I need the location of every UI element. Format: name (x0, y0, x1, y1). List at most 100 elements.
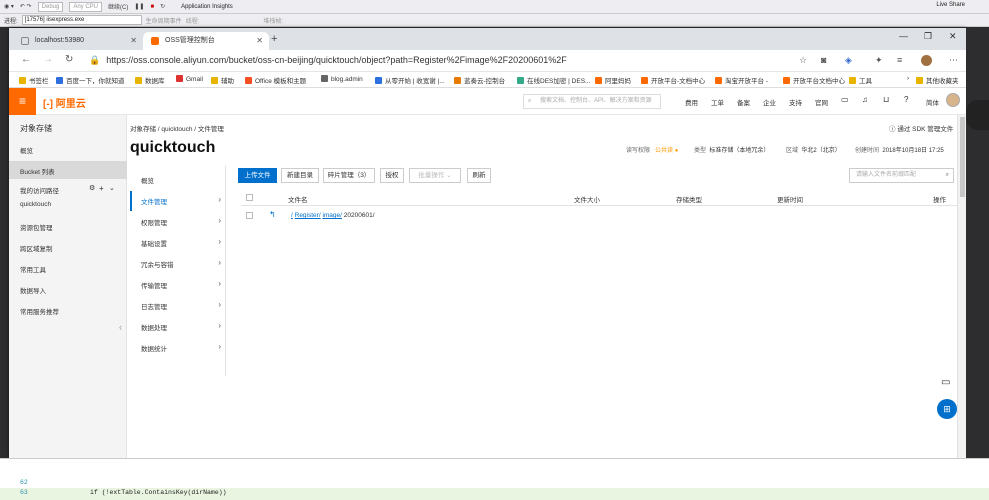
bookmark-item[interactable]: blog.admin (321, 75, 363, 83)
gear-icon[interactable]: ⚙ (89, 184, 95, 192)
url-field[interactable]: 🔒 https://oss.console.aliyun.com/bucket/o… (89, 55, 567, 66)
cpu-select[interactable]: Any CPU (69, 1, 103, 12)
bookmark-item[interactable]: 数据库 (135, 75, 165, 85)
path-register-link[interactable]: Register/ (295, 212, 321, 219)
bookmark-item[interactable]: 从零开始 | 收宽谢 |... (375, 75, 445, 85)
bookmark-more-icon[interactable]: › (907, 75, 909, 82)
submenu-transfer[interactable]: 传输管理 › (141, 279, 221, 290)
continue-button[interactable]: 继续(C) (108, 2, 128, 11)
path-root-link[interactable]: / (291, 212, 293, 219)
nav-filing[interactable]: 备案 (737, 97, 750, 107)
submenu-data-processing[interactable]: 数据处理 › (141, 321, 221, 332)
live-share-button[interactable]: Live Share (936, 2, 965, 8)
submenu-permissions[interactable]: 权限管理 › (141, 216, 221, 227)
submenu-logs[interactable]: 日志管理 › (141, 300, 221, 311)
authorize-button[interactable]: 授权 (380, 168, 404, 183)
nav-website[interactable]: 官网 (815, 97, 828, 107)
bell-icon[interactable]: ♫ (862, 95, 868, 104)
bookmark-item[interactable]: 在线DES加密 | DES... (517, 75, 590, 85)
sdk-help-link[interactable]: ⓘ 通过 SDK 管理文件 (889, 123, 953, 133)
tab-localhost[interactable]: localhost:53980 ✕ (13, 32, 143, 50)
lifecycle-events-button[interactable]: 生命周期事件 (146, 16, 182, 25)
bookmark-item[interactable]: 开放平台文档中心 (783, 75, 845, 85)
upload-file-button[interactable]: 上传文件 (238, 168, 277, 183)
batch-operation-button[interactable]: 批量操作 ⌄ (409, 168, 461, 183)
row-checkbox[interactable] (246, 212, 253, 219)
close-icon[interactable]: ✕ (130, 32, 137, 50)
star-icon[interactable]: ☆ (799, 55, 807, 66)
terminal-icon[interactable]: ▭ (841, 95, 849, 104)
minimize-icon[interactable]: — (899, 31, 908, 41)
stop-icon[interactable]: ■ (150, 4, 154, 10)
back-icon[interactable]: ← (21, 54, 31, 65)
user-avatar[interactable] (946, 93, 960, 107)
nav-fees[interactable]: 费用 (685, 97, 698, 107)
path-image-link[interactable]: image/ (322, 212, 342, 219)
new-directory-button[interactable]: 新建目录 (281, 168, 319, 183)
sidebar-item-bucket-list[interactable]: Bucket 列表 (20, 166, 55, 176)
nav-enterprise[interactable]: 企业 (763, 97, 776, 107)
maximize-icon[interactable]: ❐ (924, 31, 932, 42)
hamburger-menu-icon[interactable]: ≡ (9, 88, 36, 115)
profile-avatar[interactable] (921, 55, 932, 66)
sidebar-item-resource-packages[interactable]: 资源包管理 (20, 222, 53, 232)
sidebar-item-data-import[interactable]: 数据导入 (20, 285, 46, 295)
sidebar-item-quicktouch[interactable]: quicktouch (20, 201, 51, 208)
aliyun-logo[interactable]: [-] 阿里云 (43, 95, 86, 110)
page-scrollbar[interactable] (957, 115, 966, 458)
bookmark-item[interactable]: 淘宝开放平台 - (715, 75, 768, 85)
help-icon[interactable]: ? (904, 95, 908, 104)
pause-icon[interactable]: ❚❚ (134, 3, 144, 10)
bookmark-item[interactable]: Gmail (176, 75, 203, 83)
file-search-input[interactable]: 请输入文件名前缀匹配 ⌕ (849, 168, 954, 183)
fragment-manage-button[interactable]: 碎片管理（3） (323, 168, 375, 183)
restart-icon[interactable]: ↻ (160, 3, 165, 10)
sidebar-item-overview[interactable]: 概览 (20, 145, 33, 155)
bookmark-item[interactable]: 百度一下，你就知道 (56, 75, 125, 85)
apps-grid-icon[interactable]: ⊞ (937, 399, 957, 419)
submenu-files[interactable]: 文件管理 › (141, 195, 221, 206)
nav-support[interactable]: 支持 (789, 97, 802, 107)
console-search-input[interactable]: ⌕ 搜索文档、控制台、API、解决方案和资源 (523, 94, 661, 109)
puzzle-icon[interactable]: ✦ (875, 55, 883, 66)
bookmark-item[interactable]: 开放平台-文档中心 (641, 75, 705, 85)
reload-icon[interactable]: ↻ (65, 54, 73, 65)
bookmark-list-icon[interactable]: ≡ (897, 55, 902, 65)
bookmark-item[interactable]: 辅助 (211, 75, 234, 85)
submenu-basic-settings[interactable]: 基础设置 › (141, 237, 221, 248)
cart-icon[interactable]: ⊔ (883, 95, 889, 104)
back-arrow-icon[interactable]: ↰ (269, 210, 276, 219)
chevron-down-icon[interactable]: ⌄ (109, 184, 115, 192)
refresh-button[interactable]: 刷新 (467, 168, 491, 183)
vs-new-icon[interactable]: ◉ ▾ (4, 3, 14, 10)
bookmark-item[interactable]: 阿里妈妈 (595, 75, 631, 85)
bookmark-item[interactable]: 书签栏 (19, 75, 49, 85)
submenu-statistics[interactable]: 数据统计 › (141, 342, 221, 353)
chevron-left-icon[interactable]: ‹ (119, 322, 122, 332)
submenu-overview[interactable]: 概览 (141, 175, 221, 185)
camera-icon[interactable]: ◙ (821, 55, 826, 65)
sidebar-item-cross-region[interactable]: 跨区域复制 (20, 243, 53, 253)
close-icon[interactable]: ✕ (256, 32, 263, 50)
bookmark-item[interactable]: 蓝奏云-控制台 (454, 75, 505, 85)
forward-icon[interactable]: → (43, 54, 53, 65)
more-icon[interactable]: ⋯ (949, 55, 958, 66)
vs-undo-icon[interactable]: ↶ ↷ (20, 3, 32, 10)
language-switch[interactable]: 简体 (926, 97, 939, 107)
application-insights-button[interactable]: Application Insights (181, 4, 233, 10)
plus-icon[interactable]: + (99, 184, 104, 193)
tab-oss-console[interactable]: OSS管理控制台 ✕ (143, 32, 269, 50)
scrollbar-thumb[interactable] (960, 117, 965, 197)
sidebar-item-my-paths[interactable]: 我的访问路径 (20, 185, 59, 195)
select-all-checkbox[interactable] (246, 194, 253, 201)
bookmark-item[interactable]: 其他收藏夹 (916, 75, 959, 85)
chat-icon[interactable]: ▭ (941, 377, 950, 388)
new-tab-icon[interactable]: + (271, 33, 277, 45)
debug-config-select[interactable]: Debug (37, 1, 64, 12)
submenu-redundancy[interactable]: 冗余与容错 › (141, 258, 221, 269)
nav-tickets[interactable]: 工单 (711, 97, 724, 107)
sidebar-item-tools[interactable]: 常用工具 (20, 264, 46, 274)
bookmark-item[interactable]: 工具 (849, 75, 872, 85)
shield-icon[interactable]: ◈ (845, 55, 852, 66)
bookmark-item[interactable]: Office 模板和主题 (245, 75, 306, 85)
